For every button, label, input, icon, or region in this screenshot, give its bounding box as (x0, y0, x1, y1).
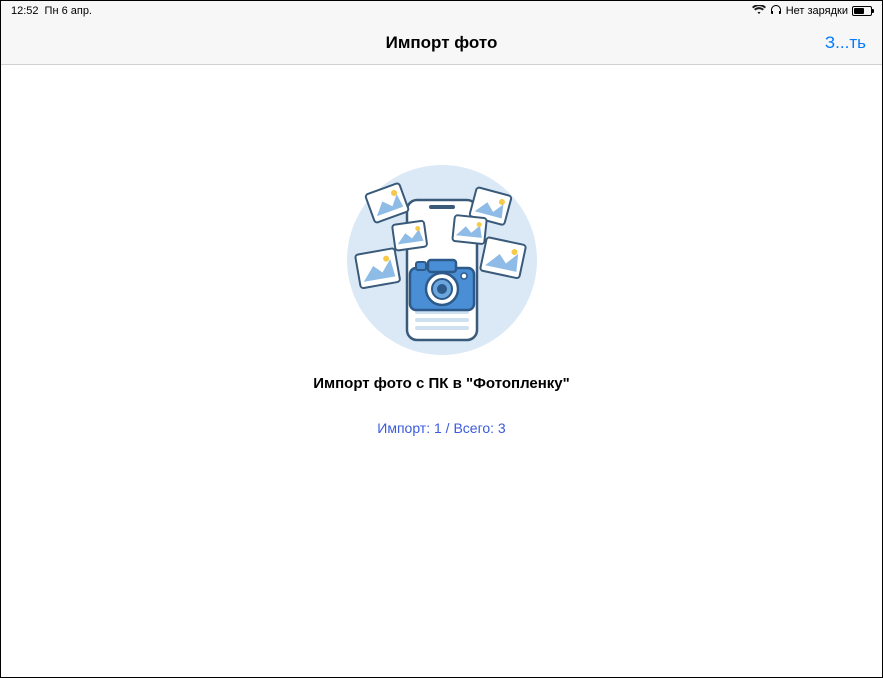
status-date: Пн 6 апр. (45, 5, 92, 17)
status-bar: 12:52 Пн 6 апр. Нет зарядки (1, 1, 882, 21)
page-title: Импорт фото (386, 33, 498, 53)
close-button[interactable]: З...ть (825, 33, 866, 53)
status-time: 12:52 (11, 5, 39, 17)
status-charging: Нет зарядки (786, 5, 848, 17)
import-illustration-icon (347, 165, 537, 355)
main-content: Импорт фото с ПК в "Фотопленку" Импорт: … (1, 65, 882, 677)
status-left: 12:52 Пн 6 апр. (11, 5, 92, 17)
nav-bar: Импорт фото З...ть (1, 21, 882, 65)
import-title: Импорт фото с ПК в "Фотопленку" (313, 375, 570, 392)
headphones-icon (770, 4, 782, 19)
battery-icon (852, 6, 872, 16)
import-status: Импорт: 1 / Всего: 3 (377, 420, 505, 436)
wifi-icon (752, 5, 766, 18)
status-right: Нет зарядки (752, 4, 872, 19)
